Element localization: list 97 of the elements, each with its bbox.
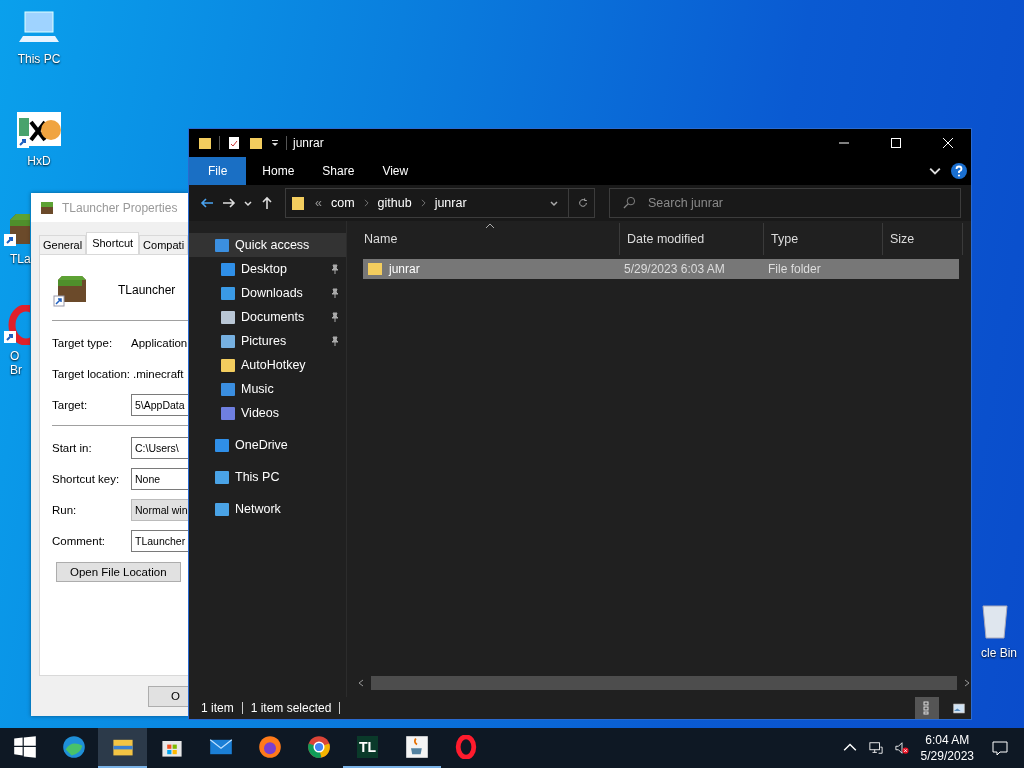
- tab[interactable]: General: [39, 235, 87, 254]
- folder-icon[interactable]: [197, 135, 213, 151]
- field-label: Target location:: [52, 367, 130, 380]
- windows-logo-icon: [12, 735, 37, 759]
- refresh-icon[interactable]: [578, 198, 588, 208]
- nav-item[interactable]: AutoHotkey: [189, 353, 346, 377]
- hex-editor-icon[interactable]: [15, 110, 63, 150]
- nav-item[interactable]: OneDrive: [189, 433, 346, 457]
- file-row[interactable]: junrar 5/29/2023 6:03 AM File folder: [363, 259, 959, 279]
- pin-icon[interactable]: [330, 312, 340, 322]
- scroll-left-icon[interactable]: [357, 679, 365, 687]
- field-label: Run:: [52, 503, 78, 516]
- o-ring-icon: [453, 735, 478, 759]
- nav-item[interactable]: This PC: [189, 465, 346, 489]
- type-cell: File folder: [768, 262, 821, 276]
- ok-button[interactable]: O: [148, 685, 188, 707]
- column-header[interactable]: Size: [883, 223, 963, 255]
- pin-icon[interactable]: [330, 264, 340, 274]
- help-icon[interactable]: [951, 163, 967, 179]
- dropdown-icon[interactable]: [270, 138, 280, 148]
- icon-label: TLa: [10, 252, 31, 266]
- speaker-icon[interactable]: [894, 741, 909, 755]
- network-icon[interactable]: [868, 741, 883, 755]
- open-location-button[interactable]: Open File Location: [56, 562, 181, 582]
- folder-icon[interactable]: [248, 135, 264, 151]
- app-label: TL: [356, 736, 379, 758]
- field-label: Target:: [52, 398, 89, 411]
- nav-item[interactable]: Videos: [189, 401, 346, 425]
- maximize-icon: [891, 138, 901, 148]
- scrollbar-thumb[interactable]: [371, 676, 957, 690]
- address-bar[interactable]: « com github junrar: [285, 188, 595, 218]
- dropdown-field[interactable]: Normal win: [131, 498, 188, 521]
- file-menu-button[interactable]: File: [189, 157, 247, 185]
- pin-icon[interactable]: [330, 288, 340, 298]
- window-title: junrar: [293, 136, 324, 150]
- taskbar-button[interactable]: [98, 728, 147, 768]
- nav-item[interactable]: Downloads: [189, 281, 346, 305]
- chevron-icon[interactable]: [420, 199, 426, 207]
- ribbon-tab[interactable]: Share: [308, 157, 369, 185]
- field-value: Application: [131, 336, 188, 349]
- search-field[interactable]: Search junrar: [609, 188, 961, 218]
- folder-icon: [367, 261, 383, 277]
- selection-count: 1 item selected: [250, 701, 332, 715]
- column-header[interactable]: Name: [357, 223, 620, 255]
- dropdown-icon[interactable]: [549, 198, 559, 208]
- details-view-button[interactable]: [915, 697, 939, 719]
- expand-ribbon-icon[interactable]: [929, 165, 941, 177]
- icon-label: cle Bin: [980, 646, 1017, 660]
- nav-item[interactable]: Desktop: [189, 257, 346, 281]
- o-ring-icon[interactable]: [2, 305, 30, 345]
- shortcut-name: TLauncher: [118, 283, 176, 297]
- field-label: Start in:: [52, 441, 93, 454]
- nav-item[interactable]: Documents: [189, 305, 346, 329]
- search-icon: [623, 196, 636, 209]
- field-label: Shortcut key:: [52, 472, 121, 485]
- close-icon: [943, 138, 953, 148]
- swirl-browser-icon: [61, 735, 86, 759]
- thumbnail-icon: [953, 701, 965, 715]
- icon-label: O Br: [10, 349, 22, 377]
- breadcrumb[interactable]: junrar: [434, 196, 467, 210]
- ribbon-tab[interactable]: Home: [248, 157, 309, 185]
- scroll-right-icon[interactable]: [963, 679, 971, 687]
- nav-item[interactable]: Network: [189, 497, 346, 521]
- nav-item[interactable]: Quick access: [189, 233, 346, 257]
- chevron-icon[interactable]: [363, 199, 369, 207]
- file-name: junrar: [389, 262, 420, 276]
- tab[interactable]: Shortcut: [86, 232, 140, 254]
- overflow-chevron[interactable]: «: [315, 196, 322, 210]
- fox-browser-icon: [257, 735, 282, 759]
- nav-item[interactable]: Pictures: [189, 329, 346, 353]
- icon-label: This PC: [17, 52, 61, 66]
- ribbon-tab[interactable]: View: [368, 157, 423, 185]
- properties-icon[interactable]: [226, 135, 242, 151]
- item-count: 1 item: [201, 701, 234, 715]
- coffee-cup-icon: [404, 735, 429, 759]
- breadcrumb[interactable]: github: [377, 196, 412, 210]
- round-browser-icon: [306, 735, 331, 759]
- window-title: TLauncher Properties: [62, 200, 178, 215]
- clock-time[interactable]: 6:04 AM: [925, 732, 970, 748]
- field-label: Comment:: [52, 534, 107, 547]
- grass-block-icon: [39, 199, 55, 216]
- tab[interactable]: Compati: [139, 235, 188, 254]
- taskbar-button[interactable]: TL: [343, 728, 392, 768]
- column-header[interactable]: Date modified: [620, 223, 764, 255]
- folder-icon: [290, 194, 306, 212]
- date-cell: 5/29/2023 6:03 AM: [624, 262, 725, 276]
- breadcrumb[interactable]: com: [330, 196, 355, 210]
- details-icon: [922, 701, 932, 715]
- field-value: .minecraft: [133, 367, 184, 380]
- field-label: Target type:: [52, 336, 114, 349]
- icon-label: HxD: [27, 154, 51, 168]
- recent-locations-icon[interactable]: [243, 198, 253, 208]
- clock-date[interactable]: 5/29/2023: [920, 748, 974, 764]
- notifications-icon[interactable]: [992, 740, 1008, 756]
- nav-item[interactable]: Music: [189, 377, 346, 401]
- column-header[interactable]: Type: [764, 223, 883, 255]
- pin-icon[interactable]: [330, 336, 340, 346]
